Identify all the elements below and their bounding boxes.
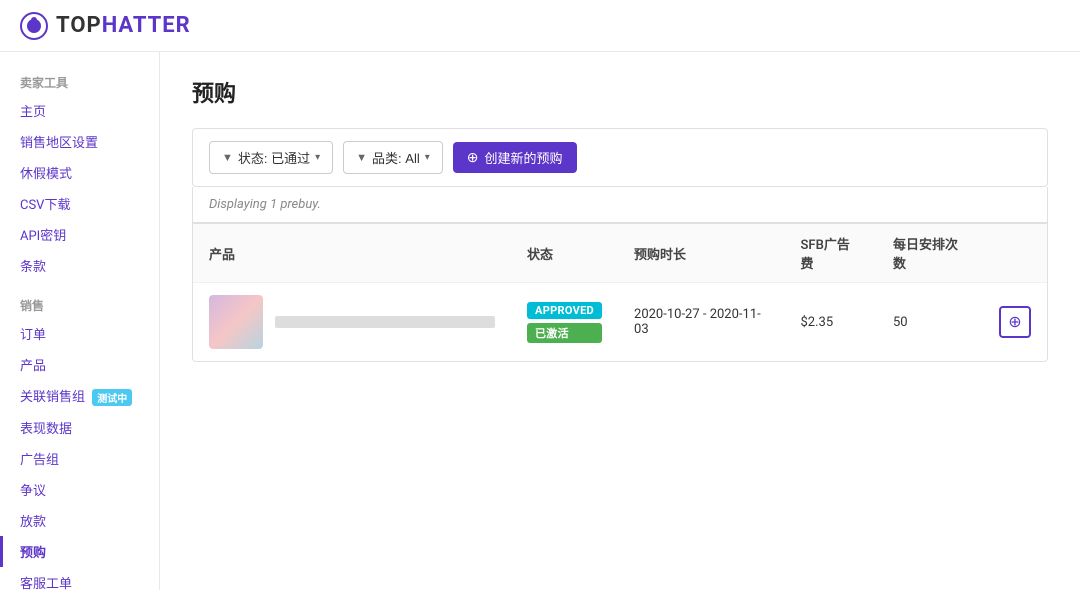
- col-status: 状态: [511, 224, 618, 283]
- filter-status-button[interactable]: ▼ 状态: 已通过 ▾: [209, 141, 333, 174]
- displaying-text: Displaying 1 prebuy.: [209, 197, 321, 212]
- sidebar-item-sales-groups[interactable]: 关联销售组 测试中: [0, 380, 159, 412]
- logo: TOPHATTER: [20, 12, 191, 40]
- add-action-button[interactable]: ⊕: [999, 306, 1031, 338]
- filter-status-label: 状态: 已通过: [238, 148, 310, 167]
- sfb-cost-cell: $2.35: [784, 283, 876, 362]
- sidebar-section-sales: 销售: [0, 291, 159, 318]
- table-row: APPROVED 已激活 2020-10-27 - 2020-11-03 $2.…: [193, 283, 1047, 362]
- sidebar-item-region[interactable]: 销售地区设置: [0, 126, 159, 157]
- layout: 卖家工具 主页 销售地区设置 休假模式 CSV下载 API密钥 条款 销售 订单…: [0, 52, 1080, 590]
- sidebar-item-prebuy[interactable]: 预购: [0, 536, 159, 567]
- sidebar-item-csv[interactable]: CSV下载: [0, 188, 159, 219]
- active-badge: 已激活: [527, 323, 602, 343]
- page-title: 预购: [192, 76, 1048, 108]
- logo-icon: [20, 12, 48, 40]
- date-range-cell: 2020-10-27 - 2020-11-03: [618, 283, 784, 362]
- approved-badge: APPROVED: [527, 302, 602, 319]
- sidebar-item-vacation[interactable]: 休假模式: [0, 157, 159, 188]
- filter-icon: ▼: [222, 152, 233, 164]
- product-cell: [193, 283, 511, 362]
- create-btn-label: 创建新的预购: [484, 148, 562, 167]
- info-bar: Displaying 1 prebuy.: [192, 187, 1048, 223]
- col-daily-slots: 每日安排次数: [877, 224, 983, 283]
- filter-category-label: 品类: All: [372, 148, 420, 167]
- product-cell-inner: [209, 295, 495, 349]
- create-prebuy-button[interactable]: ⊕ 创建新的预购: [453, 142, 577, 173]
- sidebar-item-customer-service[interactable]: 客服工单: [0, 567, 159, 590]
- sidebar-item-orders[interactable]: 订单: [0, 318, 159, 349]
- chevron-down-icon-2: ▾: [425, 152, 430, 163]
- main-content: 预购 ▼ 状态: 已通过 ▾ ▼ 品类: All ▾ ⊕ 创建新的预购 Disp…: [160, 52, 1080, 590]
- table-container: 产品 状态 预购时长 SFB广告费 每日安排次数: [192, 223, 1048, 362]
- sidebar-section-seller-tools: 卖家工具: [0, 68, 159, 95]
- sidebar-item-disputes[interactable]: 争议: [0, 474, 159, 505]
- product-name: [275, 316, 495, 328]
- sidebar-item-refunds[interactable]: 放款: [0, 505, 159, 536]
- header: TOPHATTER: [0, 0, 1080, 52]
- chevron-down-icon: ▾: [315, 152, 320, 163]
- logo-text: TOPHATTER: [56, 13, 191, 38]
- sidebar-item-api[interactable]: API密钥: [0, 219, 159, 250]
- product-thumbnail: [209, 295, 263, 349]
- sidebar-item-products[interactable]: 产品: [0, 349, 159, 380]
- filter-category-button[interactable]: ▼ 品类: All ▾: [343, 141, 443, 174]
- sidebar-item-performance[interactable]: 表现数据: [0, 412, 159, 443]
- table-header-row: 产品 状态 预购时长 SFB广告费 每日安排次数: [193, 224, 1047, 283]
- status-cell: APPROVED 已激活: [511, 283, 618, 362]
- sidebar-item-ad-groups[interactable]: 广告组: [0, 443, 159, 474]
- col-sfb: SFB广告费: [784, 224, 876, 283]
- daily-slots-cell: 50: [877, 283, 983, 362]
- action-cell: ⊕: [983, 283, 1047, 362]
- filter-icon-2: ▼: [356, 152, 367, 164]
- col-actions: [983, 224, 1047, 283]
- plus-icon: ⊕: [467, 149, 479, 166]
- status-badges: APPROVED 已激活: [527, 302, 602, 343]
- toolbar: ▼ 状态: 已通过 ▾ ▼ 品类: All ▾ ⊕ 创建新的预购: [192, 128, 1048, 187]
- sidebar-item-terms[interactable]: 条款: [0, 250, 159, 281]
- col-product: 产品: [193, 224, 511, 283]
- sidebar: 卖家工具 主页 销售地区设置 休假模式 CSV下载 API密钥 条款 销售 订单…: [0, 52, 160, 590]
- sidebar-item-home[interactable]: 主页: [0, 95, 159, 126]
- test-badge: 测试中: [92, 389, 132, 406]
- plus-circle-icon: ⊕: [1008, 312, 1021, 332]
- col-duration: 预购时长: [618, 224, 784, 283]
- prebuy-table: 产品 状态 预购时长 SFB广告费 每日安排次数: [193, 223, 1047, 361]
